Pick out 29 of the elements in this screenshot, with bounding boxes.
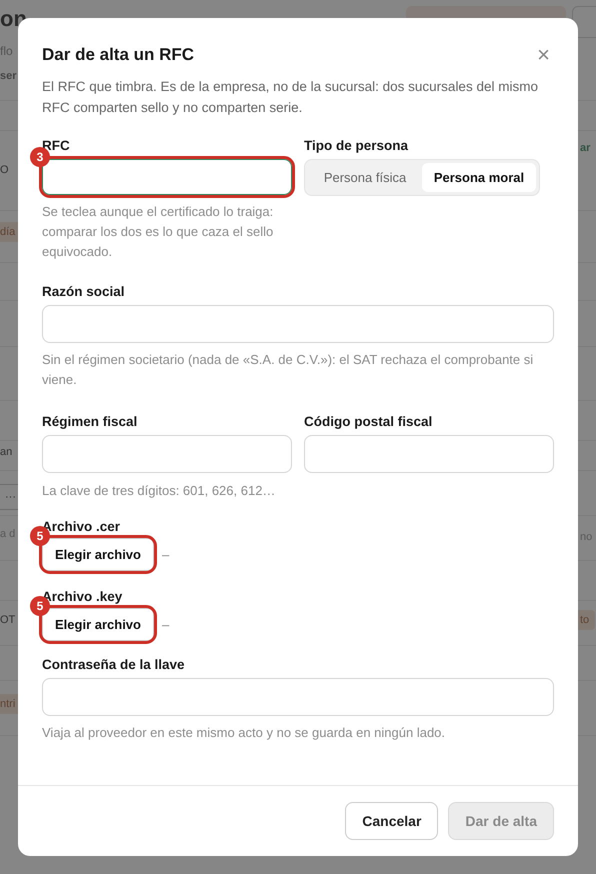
dialog-description: El RFC que timbra. Es de la empresa, no de la sucursal: dos sucursales del mismo RFC comparten sello y no comparten serie. [42, 78, 539, 117]
file-status: – [162, 547, 170, 562]
rfc-input-field[interactable] [42, 159, 292, 195]
table-cell-text: O [0, 163, 10, 178]
field-hint: Sin el régimen societario (nada de «S.A. de C.V.»): el SAT rechaza el comprobante si viene. [42, 351, 534, 389]
file-status: – [162, 617, 170, 632]
choose-file-button[interactable]: Elegir archivo [42, 608, 154, 641]
input-field[interactable] [42, 435, 292, 473]
table-cell-text: an [0, 445, 14, 460]
field-label: Código postal fiscal [304, 414, 434, 429]
password-field[interactable] [42, 678, 554, 716]
table-cell-text: ar [579, 141, 592, 156]
field-hint: Viaja al proveedor en este mismo acto y no se guarda en ningún lado. [42, 724, 446, 742]
segment-option[interactable]: Persona física [308, 163, 422, 192]
table-cell-text: OT [0, 613, 16, 628]
dialog-title: Dar de alta un RFC [42, 45, 194, 65]
table-cell-text: ser [0, 69, 18, 84]
field-hint: La clave de tres dígitos: 601, 626, 612… [42, 482, 276, 500]
close-button[interactable]: × [533, 44, 554, 66]
input-field[interactable] [42, 305, 554, 343]
field-hint: Se teclea aunque el certificado lo traiga: comparar los dos es lo que caza el sello equivocado. [42, 203, 274, 261]
segment-option[interactable]: Persona moral [422, 163, 536, 192]
field-label: Contraseña de la llave [42, 657, 186, 672]
input-field[interactable] [304, 435, 554, 473]
choose-file-button[interactable]: Elegir archivo [42, 538, 154, 571]
field-label: Razón social [42, 284, 126, 299]
cancel-button[interactable]: Cancelar [345, 802, 438, 840]
field-label: Tipo de persona [304, 138, 410, 153]
field-label: Régimen fiscal [42, 414, 138, 429]
